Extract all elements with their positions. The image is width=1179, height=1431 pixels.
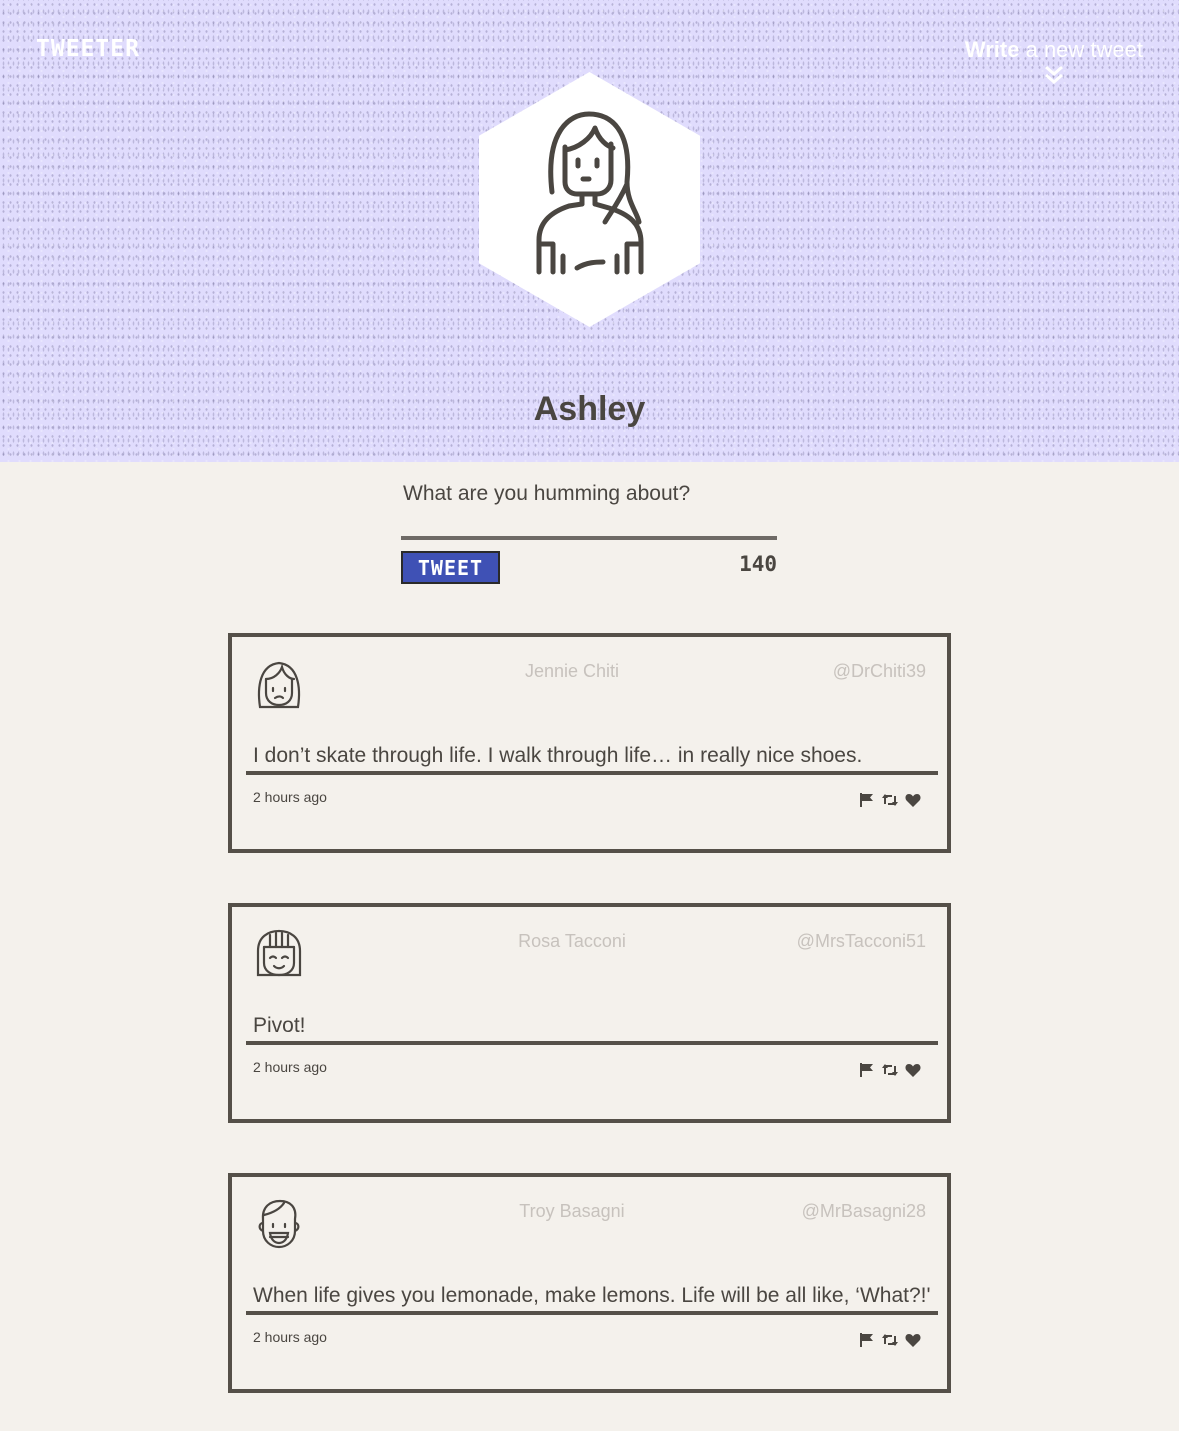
tweet-author-handle[interactable]: @DrChiti39 — [833, 661, 926, 682]
tweet-timestamp: 2 hours ago — [253, 1059, 327, 1075]
tweet-timestamp: 2 hours ago — [253, 1329, 327, 1345]
man-grinning-avatar-icon — [258, 1199, 300, 1249]
retweet-icon[interactable] — [882, 1332, 898, 1348]
tweet-actions — [859, 1062, 921, 1078]
tweet-timestamp: 2 hours ago — [253, 789, 327, 805]
compose-toggle-text: a new tweet — [1019, 37, 1143, 62]
retweet-icon[interactable] — [882, 1062, 898, 1078]
tweet-input[interactable] — [401, 478, 777, 540]
tweet-author-handle[interactable]: @MrBasagni28 — [802, 1201, 926, 1222]
flag-icon[interactable] — [859, 1332, 875, 1348]
tweet-card: Rosa Tacconi @MrsTacconi51 Pivot! 2 hour… — [228, 903, 951, 1123]
tweet-author-name[interactable]: Jennie Chiti — [472, 661, 672, 682]
heart-icon[interactable] — [905, 1332, 921, 1348]
app-logo[interactable]: TWEETER — [36, 36, 140, 62]
heart-icon[interactable] — [905, 792, 921, 808]
profile-header: TWEETER Write a new tweet Ashley — [0, 0, 1179, 462]
compose-toggle-bold-text: Write — [964, 37, 1020, 62]
tweet-button[interactable]: TWEET — [401, 551, 500, 584]
double-chevron-down-icon[interactable] — [1043, 65, 1065, 85]
profile-name: Ashley — [533, 390, 646, 428]
tweet-author-name[interactable]: Rosa Tacconi — [472, 931, 672, 952]
flag-icon[interactable] — [859, 1062, 875, 1078]
tweet-author-handle[interactable]: @MrsTacconi51 — [797, 931, 926, 952]
compose-form: TWEET 140 — [401, 478, 777, 584]
tweet-text: Pivot! — [246, 1013, 938, 1045]
woman-smiling-bangs-avatar-icon — [256, 929, 302, 977]
heart-icon[interactable] — [905, 1062, 921, 1078]
character-counter: 140 — [739, 552, 777, 576]
tweet-text: I don’t skate through life. I walk throu… — [246, 743, 938, 775]
tweet-actions — [859, 1332, 921, 1348]
profile-avatar — [479, 72, 700, 327]
retweet-icon[interactable] — [882, 792, 898, 808]
tweet-actions — [859, 792, 921, 808]
write-new-tweet-toggle[interactable]: Write a new tweet — [965, 37, 1143, 85]
tweet-card: Jennie Chiti @DrChiti39 I don’t skate th… — [228, 633, 951, 853]
tweet-author-name[interactable]: Troy Basagni — [472, 1201, 672, 1222]
tweet-text: When life gives you lemonade, make lemon… — [246, 1283, 938, 1315]
flag-icon[interactable] — [859, 792, 875, 808]
tweet-card: Troy Basagni @MrBasagni28 When life give… — [228, 1173, 951, 1393]
woman-frowning-avatar-icon — [257, 661, 301, 709]
